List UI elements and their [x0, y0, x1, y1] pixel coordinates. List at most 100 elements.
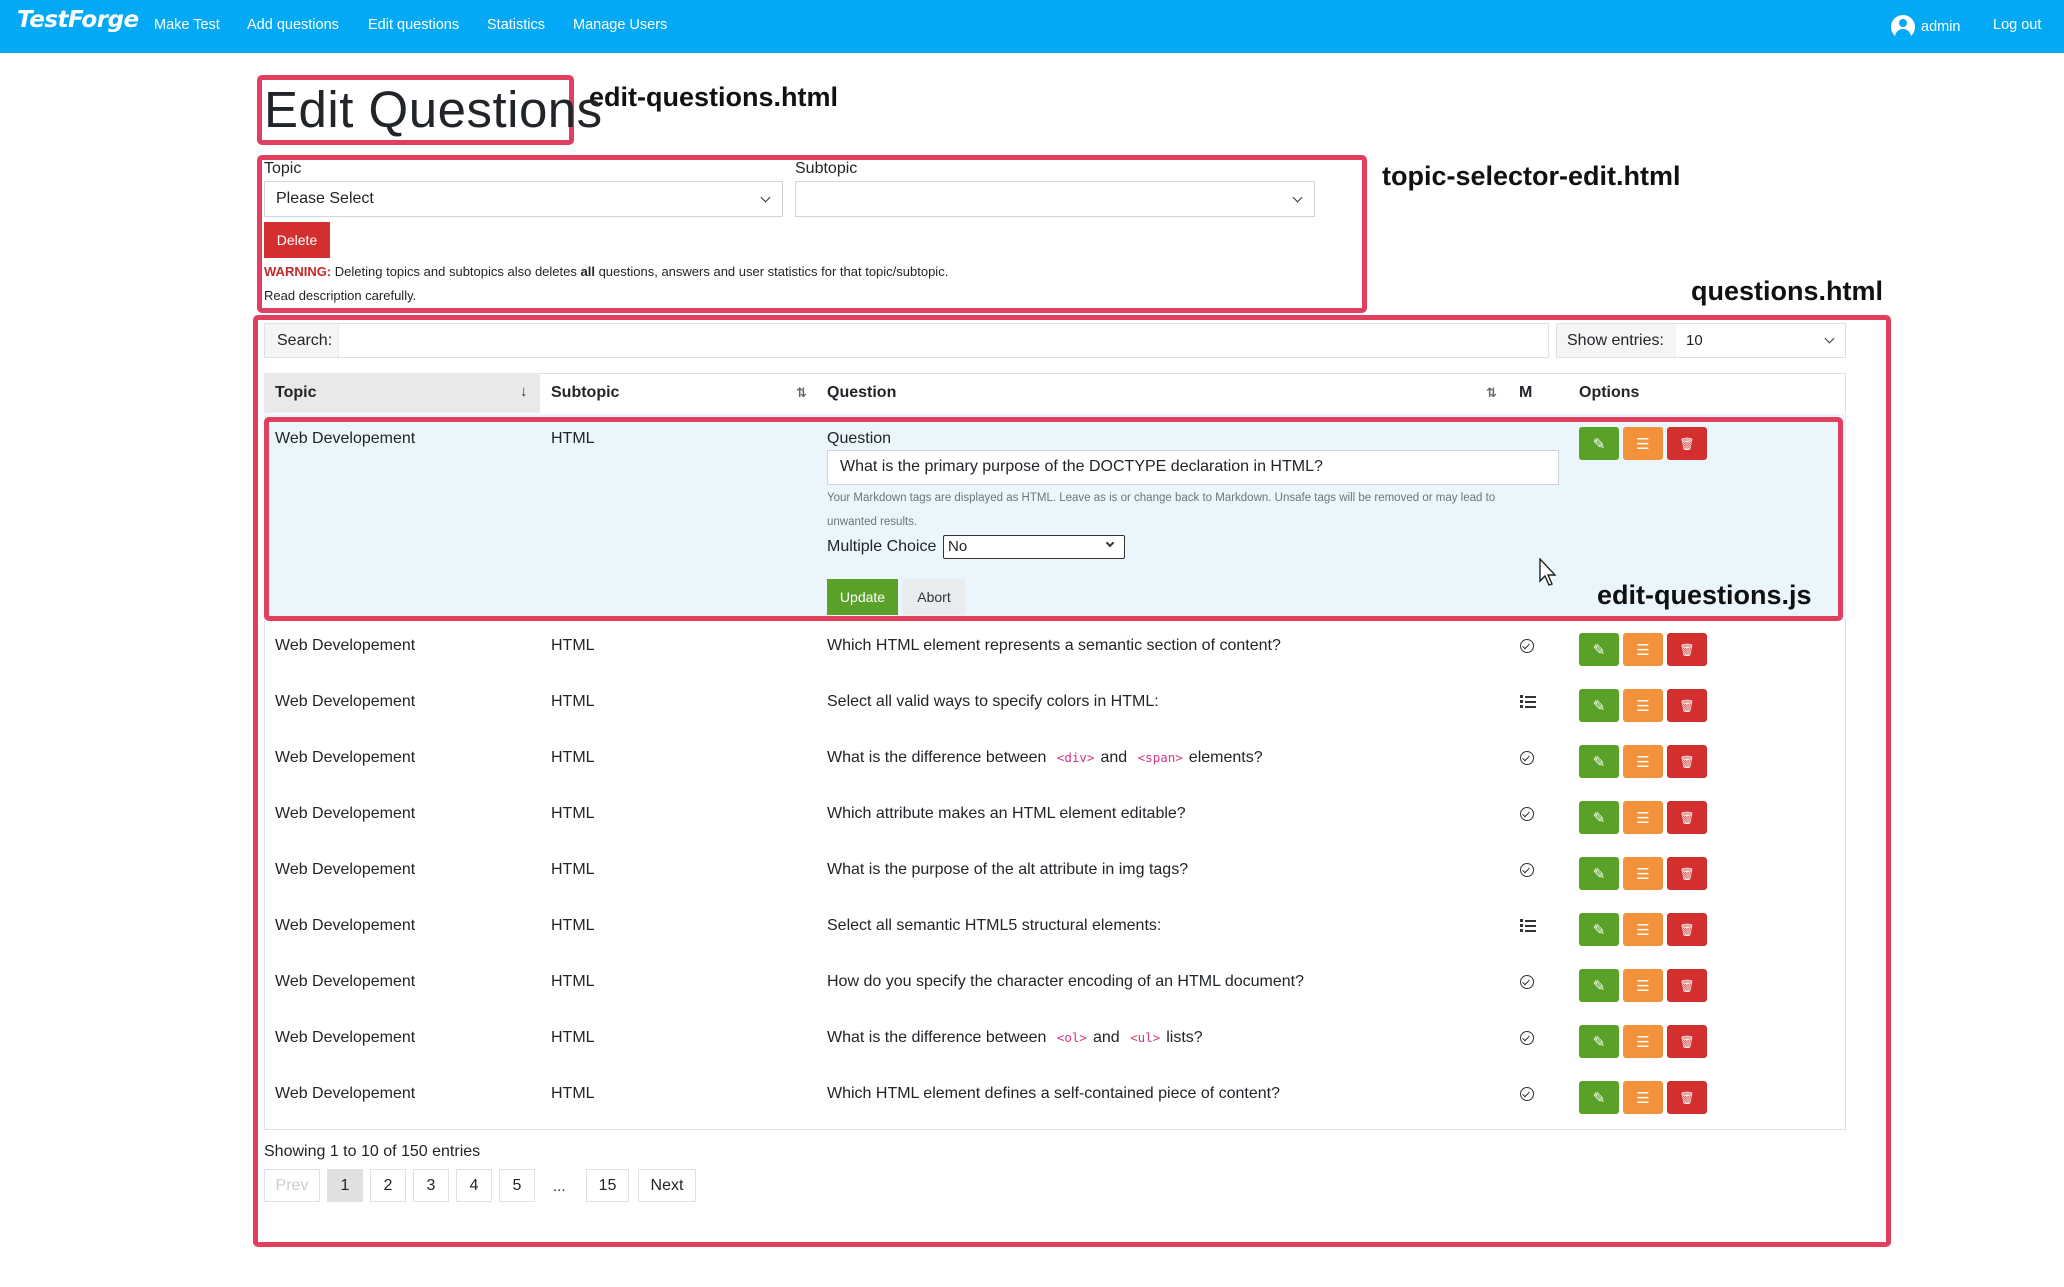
trash-icon: 🗑 [1679, 1090, 1695, 1105]
brand-logo[interactable]: TestForge [17, 7, 139, 33]
entries-select[interactable]: 10 [1676, 324, 1845, 357]
question-field-label: Question [827, 430, 892, 447]
row-question: Which HTML element defines a self-contai… [827, 1085, 1280, 1103]
edit-question-button[interactable]: ✎ [1579, 427, 1619, 460]
edit-answers-button[interactable]: ☰ [1623, 745, 1663, 778]
nav-edit-questions[interactable]: Edit questions [368, 17, 459, 33]
annotation-label-questions-html: questions.html [1691, 276, 1884, 306]
page-button-1[interactable]: 1 [327, 1169, 363, 1202]
row-question: Which HTML element represents a semantic… [827, 637, 1281, 655]
trash-icon: 🗑 [1679, 978, 1695, 993]
update-button[interactable]: Update [827, 579, 898, 615]
nav-add-questions[interactable]: Add questions [247, 17, 339, 33]
delete-question-button[interactable]: 🗑 [1667, 745, 1707, 778]
abort-button[interactable]: Abort [903, 579, 965, 615]
multiple-choice-icon [1520, 695, 1536, 709]
delete-question-button[interactable]: 🗑 [1667, 969, 1707, 1002]
column-header-question[interactable]: Question ⇅ [816, 373, 1506, 413]
annotation-label-edit-questions-js: edit-questions.js [1597, 580, 1812, 610]
column-header-subtopic-label: Subtopic [551, 384, 620, 401]
page-button-2[interactable]: 2 [370, 1169, 406, 1202]
delete-question-button[interactable]: 🗑 [1667, 633, 1707, 666]
question-text: Select all valid ways to specify colors … [827, 693, 1159, 710]
edit-question-button[interactable]: ✎ [1579, 633, 1619, 666]
nav-make-test[interactable]: Make Test [154, 17, 220, 33]
question-text-input[interactable]: What is the primary purpose of the DOCTY… [827, 450, 1559, 485]
edit-question-button[interactable]: ✎ [1579, 689, 1619, 722]
single-choice-icon [1520, 639, 1534, 653]
pencil-icon: ✎ [1592, 977, 1606, 995]
page-button-15[interactable]: 15 [586, 1169, 629, 1202]
edit-question-button[interactable]: ✎ [1579, 969, 1619, 1002]
edit-answers-button[interactable]: ☰ [1623, 1025, 1663, 1058]
edit-question-button[interactable]: ✎ [1579, 1025, 1619, 1058]
question-text: What is the difference between [827, 749, 1047, 766]
mouse-cursor-icon [1539, 558, 1557, 586]
multiple-choice-select[interactable]: No [943, 535, 1125, 559]
edit-answers-button[interactable]: ☰ [1623, 801, 1663, 834]
single-choice-icon [1520, 975, 1534, 989]
edit-answers-button[interactable]: ☰ [1623, 427, 1663, 460]
trash-icon: 🗑 [1679, 642, 1695, 657]
edit-answers-button[interactable]: ☰ [1623, 913, 1663, 946]
single-choice-icon [1520, 1087, 1534, 1101]
entries-group: Show entries: 10 [1556, 323, 1846, 358]
topic-select[interactable]: Please Select [264, 181, 783, 217]
delete-question-button[interactable]: 🗑 [1667, 913, 1707, 946]
edit-answers-button[interactable]: ☰ [1623, 1081, 1663, 1114]
column-header-topic[interactable]: Topic ↓ [264, 373, 540, 413]
nav-statistics[interactable]: Statistics [487, 17, 545, 33]
delete-question-button[interactable]: 🗑 [1667, 801, 1707, 834]
edit-question-button[interactable]: ✎ [1579, 801, 1619, 834]
edit-answers-button[interactable]: ☰ [1623, 857, 1663, 890]
page-button-4[interactable]: 4 [456, 1169, 492, 1202]
inline-code: <ul> [1130, 1030, 1161, 1045]
entries-select-value: 10 [1686, 332, 1703, 349]
edit-question-button[interactable]: ✎ [1579, 913, 1619, 946]
markdown-note-line1: Your Markdown tags are displayed as HTML… [827, 492, 1496, 504]
edit-question-button[interactable]: ✎ [1579, 857, 1619, 890]
column-header-subtopic[interactable]: Subtopic ⇅ [540, 373, 816, 413]
column-header-options: Options [1579, 384, 1640, 401]
question-text: Select all semantic HTML5 structural ele… [827, 917, 1162, 934]
row-subtopic: HTML [551, 637, 595, 654]
pencil-icon: ✎ [1592, 697, 1606, 715]
row-subtopic: HTML [551, 749, 595, 766]
delete-question-button[interactable]: 🗑 [1667, 427, 1707, 460]
row-subtopic: HTML [551, 1085, 595, 1102]
list-icon: ☰ [1636, 921, 1650, 939]
annotation-label-topic-selector: topic-selector-edit.html [1382, 161, 1681, 191]
row-subtopic: HTML [551, 861, 595, 878]
row-topic: Web Developement [275, 861, 416, 878]
logout-link[interactable]: Log out [1993, 17, 2041, 33]
row-subtopic: HTML [551, 973, 595, 990]
page-button-3[interactable]: 3 [413, 1169, 449, 1202]
entries-info: Showing 1 to 10 of 150 entries [264, 1143, 481, 1160]
nav-manage-users[interactable]: Manage Users [573, 17, 667, 33]
row-topic: Web Developement [275, 749, 416, 766]
pencil-icon: ✎ [1592, 753, 1606, 771]
delete-question-button[interactable]: 🗑 [1667, 1081, 1707, 1114]
edit-answers-button[interactable]: ☰ [1623, 689, 1663, 722]
delete-question-button[interactable]: 🗑 [1667, 1025, 1707, 1058]
edit-answers-button[interactable]: ☰ [1623, 633, 1663, 666]
pencil-icon: ✎ [1592, 1089, 1606, 1107]
delete-question-button[interactable]: 🗑 [1667, 857, 1707, 890]
delete-question-button[interactable]: 🗑 [1667, 689, 1707, 722]
row-topic: Web Developement [275, 917, 416, 934]
next-page-button[interactable]: Next [638, 1169, 696, 1202]
prev-page-button[interactable]: Prev [264, 1169, 320, 1202]
edit-question-button[interactable]: ✎ [1579, 1081, 1619, 1114]
search-input[interactable] [339, 324, 1548, 357]
list-icon: ☰ [1636, 977, 1650, 995]
sort-icon: ⇅ [1486, 385, 1497, 400]
user-menu[interactable]: admin [1891, 15, 1961, 39]
delete-topic-button[interactable]: Delete [264, 222, 330, 258]
row-subtopic: HTML [551, 1029, 595, 1046]
subtopic-select[interactable] [795, 181, 1315, 217]
page-button-5[interactable]: 5 [499, 1169, 535, 1202]
question-text: Which HTML element represents a semantic… [827, 637, 1281, 654]
search-group: Search: [264, 323, 1549, 358]
edit-answers-button[interactable]: ☰ [1623, 969, 1663, 1002]
edit-question-button[interactable]: ✎ [1579, 745, 1619, 778]
